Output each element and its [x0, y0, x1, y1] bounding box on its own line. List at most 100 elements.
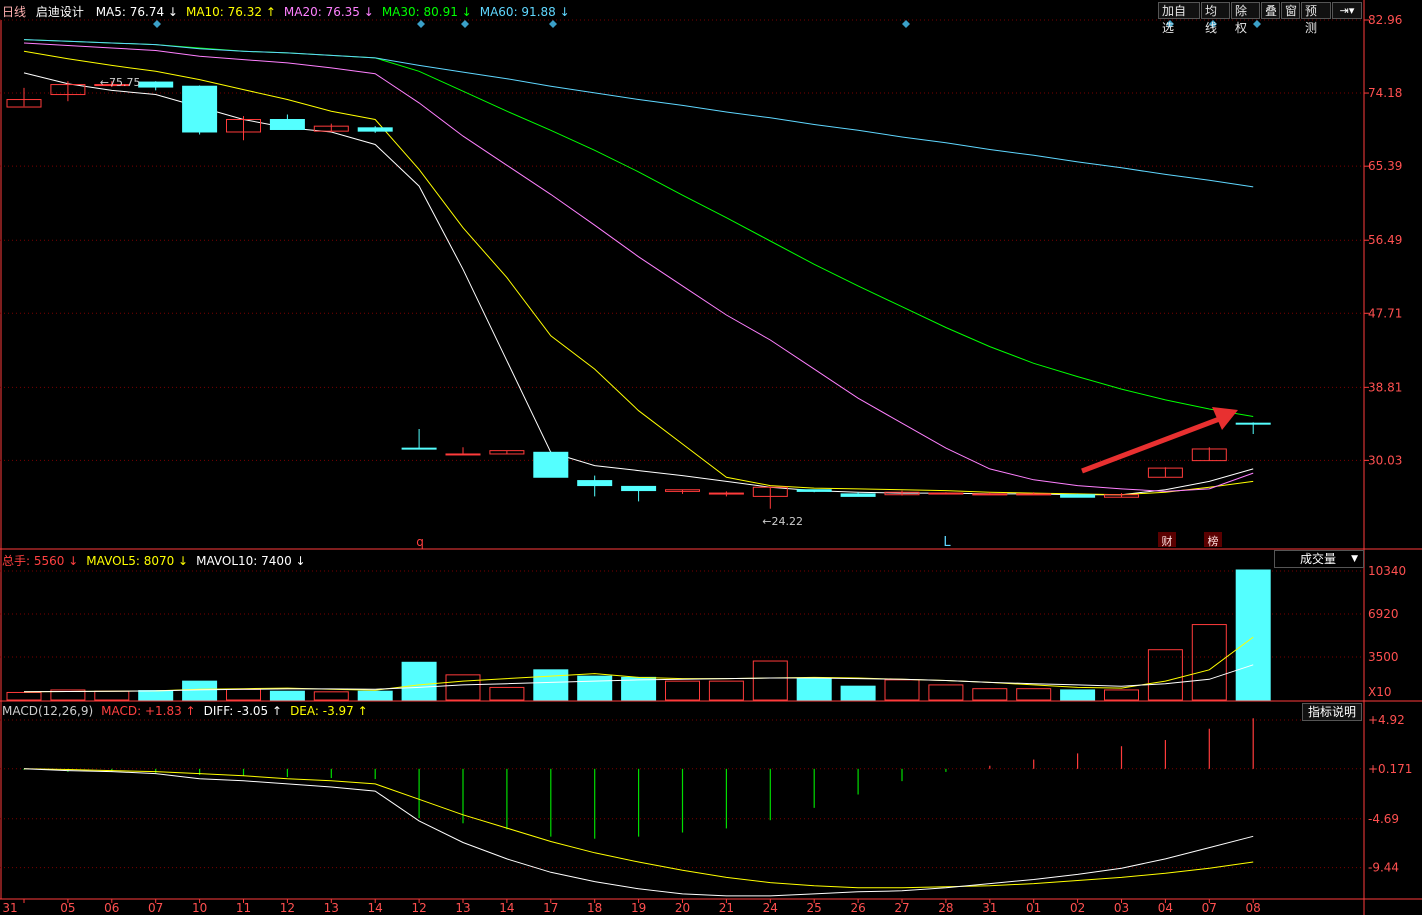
ma-legend: MA5: 76.74 ↓ MA10: 76.32 ↑ MA20: 76.35 ↓ MA… [88, 5, 570, 19]
x-tick-label: 24 [763, 901, 778, 915]
x-tick-label: 31 [2, 901, 17, 915]
volume-bar [884, 679, 920, 701]
volume-bar [1060, 689, 1096, 701]
info-diamond-icon [1253, 20, 1261, 28]
info-diamond-icon [549, 20, 557, 28]
candle [577, 480, 613, 487]
volume-bar [840, 685, 876, 701]
x-tick-label: 31 [982, 901, 997, 915]
candle [357, 127, 393, 132]
volume-bar [226, 688, 261, 701]
legend-item: MAVOL10: 7400 ↓ [196, 554, 306, 568]
info-diamond-icon [461, 20, 469, 28]
info-diamond-icon [417, 20, 425, 28]
legend-item: DIFF: -3.05 ↑ [203, 704, 283, 718]
volume-bar [533, 669, 569, 701]
candle [928, 492, 964, 495]
candle [621, 485, 657, 492]
x-tick-label: 07 [1202, 901, 1217, 915]
legend-item: MA5: 76.74 ↓ [95, 5, 178, 19]
volume-indicator-select[interactable]: 成交量 ▼ [1274, 550, 1364, 568]
candle [708, 492, 744, 495]
volume-y-label: X10 [1368, 685, 1392, 699]
legend-item: MA60: 91.88 ↓ [479, 5, 570, 19]
x-tick-label: 02 [1070, 901, 1085, 915]
y-tick-label: 47.71 [1368, 306, 1402, 320]
marker-q: q [416, 535, 424, 549]
stock-chart[interactable]: 82.96 74.18 65.39 56.49 47.71 38.81 30.03 ←75.7… [0, 0, 1422, 915]
volume-y-label: 10340 [1368, 564, 1406, 578]
x-tick-label: 08 [1246, 901, 1261, 915]
legend-item: DEA: -3.97 ↑ [290, 704, 368, 718]
volume-bar [138, 690, 174, 701]
candle [972, 493, 1008, 496]
x-tick-label: 05 [60, 901, 75, 915]
candle [401, 447, 437, 450]
legend-item: MA10: 76.32 ↑ [185, 5, 276, 19]
x-tick-label: 14 [368, 901, 383, 915]
volume-bar [577, 675, 613, 701]
legend-item: MACD(12,26,9) [2, 704, 94, 718]
period-label[interactable]: 日线 [2, 5, 26, 19]
candle [269, 119, 305, 130]
toolbar-button[interactable]: 均线 [1201, 2, 1230, 35]
volume-bar [665, 680, 700, 701]
y-tick-label: 38.81 [1368, 380, 1402, 394]
y-tick-label: 65.39 [1368, 159, 1402, 173]
toolbar-button[interactable]: 叠 [1261, 2, 1280, 19]
toolbar-button[interactable]: 除权 [1231, 2, 1260, 35]
volume-legend: 总手: 5560 ↓ MAVOL5: 8070 ↓ MAVOL10: 7400 ↓ [2, 552, 306, 569]
dropdown-icon: ▼ [1351, 554, 1358, 564]
marker-l: L [943, 535, 951, 550]
volume-bar [1104, 689, 1139, 701]
x-tick-label: 19 [631, 901, 646, 915]
candle [840, 493, 876, 497]
x-tick-label: 17 [543, 901, 558, 915]
x-tick-label: 13 [455, 901, 470, 915]
volume-bar [357, 690, 393, 701]
x-tick-label: 11 [236, 901, 251, 915]
volume-bar [6, 691, 42, 701]
toolbar-legend: 日线 启迪设计 MA5: 76.74 ↓ MA10: 76.32 ↑ MA20: 7… [2, 3, 570, 19]
volume-bar [1016, 688, 1052, 701]
volume-bar [401, 661, 437, 701]
volume-bar [621, 676, 657, 701]
y-tick-label: 30.03 [1368, 453, 1402, 467]
x-tick-label: 12 [280, 901, 295, 915]
toolbar-button[interactable]: 加自选 [1158, 2, 1200, 35]
candle [182, 85, 218, 133]
volume-bar [94, 690, 130, 701]
volume-bar [1191, 624, 1227, 701]
volume-bar [445, 674, 481, 701]
macd-y-label: -4.69 [1368, 812, 1399, 826]
candle [138, 81, 174, 88]
info-diamond-icon [902, 20, 910, 28]
macd-y-label: -9.44 [1368, 861, 1399, 875]
macd-y-label: +4.92 [1368, 713, 1405, 727]
volume-bar [752, 660, 788, 701]
indicator-help-label: 指标说明 [1307, 705, 1356, 719]
candle [445, 453, 481, 456]
volume-indicator-label: 成交量 [1300, 552, 1337, 566]
x-tick-label: 14 [499, 901, 514, 915]
x-tick-label: 03 [1114, 901, 1129, 915]
x-tick-label: 26 [850, 901, 865, 915]
candle [1060, 494, 1096, 498]
x-tick-label: 25 [807, 901, 822, 915]
y-tick-label: 74.18 [1368, 86, 1402, 100]
x-tick-label: 21 [719, 901, 734, 915]
x-tick-label: 28 [938, 901, 953, 915]
indicator-help-button[interactable]: 指标说明 [1302, 703, 1362, 721]
volume-bar [313, 691, 349, 701]
candle [1016, 493, 1052, 496]
collapse-panel-button[interactable]: ⇥▾ [1332, 2, 1362, 19]
y-tick-label: 82.96 [1368, 13, 1402, 27]
toolbar-button[interactable]: 预测 [1301, 2, 1331, 35]
x-tick-label: 13 [324, 901, 339, 915]
macd-y-label: +0.171 [1368, 762, 1412, 776]
legend-item: MA30: 80.91 ↓ [381, 5, 472, 19]
volume-bar [1147, 649, 1183, 701]
toolbar-button[interactable]: 窗 [1281, 2, 1300, 19]
x-tick-label: 18 [587, 901, 602, 915]
volume-y-label: 3500 [1368, 650, 1399, 664]
